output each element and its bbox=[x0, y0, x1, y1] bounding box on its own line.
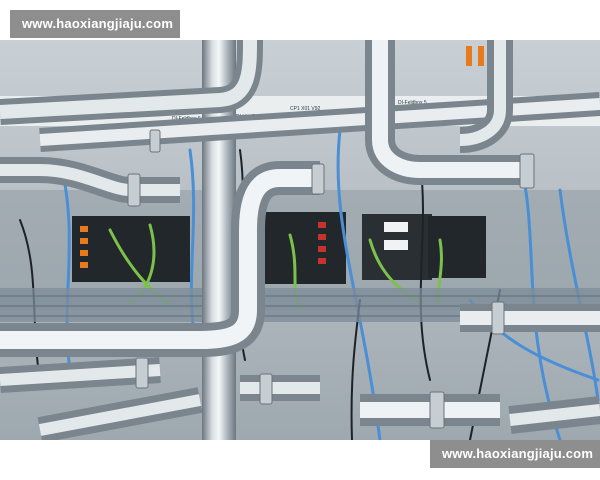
pipe-image: DI-Feldbox 7 DI-Feldbox 6 DI Lite-Feldbo… bbox=[0, 40, 600, 440]
watermark-top: www.haoxiangjiaju.com bbox=[10, 10, 180, 38]
field-boxes bbox=[72, 212, 486, 284]
industrial-pipes-photo: DI-Feldbox 7 DI-Feldbox 6 DI Lite-Feldbo… bbox=[0, 40, 600, 440]
page: DI-Feldbox 7 DI-Feldbox 6 DI Lite-Feldbo… bbox=[0, 0, 600, 480]
watermark-bottom: www.haoxiangjiaju.com bbox=[430, 440, 600, 468]
